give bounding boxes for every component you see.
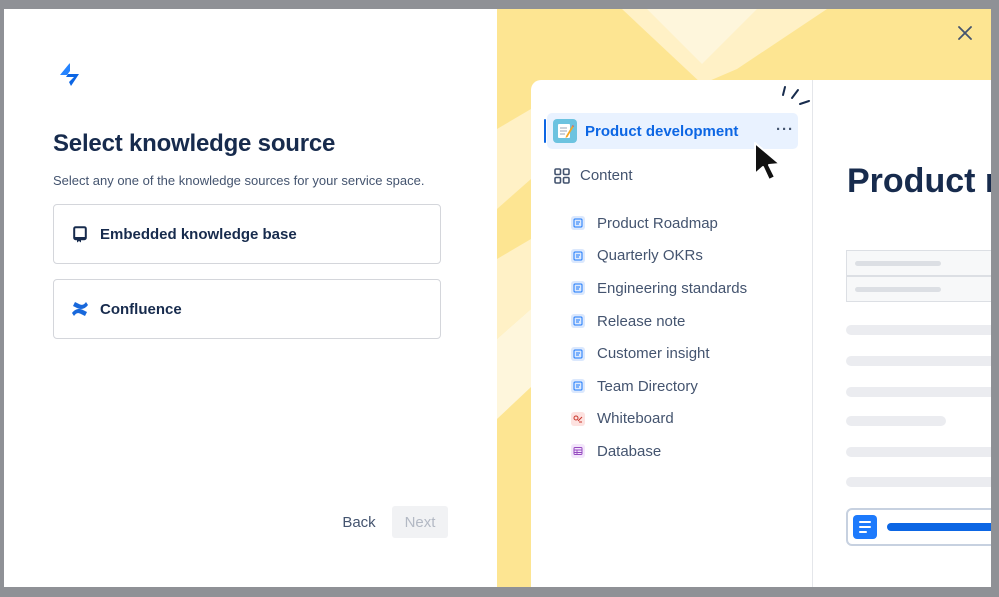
- text-placeholder-line: [846, 356, 991, 366]
- database-icon: [571, 444, 585, 459]
- page-label: Team Directory: [597, 377, 698, 395]
- option-label: Confluence: [100, 300, 182, 318]
- next-button[interactable]: Next: [392, 506, 448, 538]
- page-item-customer-insight[interactable]: Customer insight: [571, 337, 747, 370]
- content-nav-item[interactable]: Content: [554, 167, 633, 184]
- illustration-panel: Product development ··· Content Product …: [497, 9, 991, 587]
- text-placeholder-line: [846, 416, 946, 426]
- text-placeholder-line: [846, 477, 991, 487]
- page-icon: [571, 346, 585, 361]
- memo-emoji-icon: [553, 119, 577, 143]
- page-label: Product Roadmap: [597, 214, 718, 232]
- page-item-engineering-standards[interactable]: Engineering standards: [571, 272, 747, 305]
- option-confluence[interactable]: Confluence: [53, 279, 441, 339]
- grid-icon: [554, 167, 570, 184]
- page-item-database[interactable]: Database: [571, 435, 747, 468]
- selected-indicator: [544, 119, 546, 143]
- confluence-logo-icon: [71, 300, 89, 318]
- table-row-placeholder: [846, 276, 991, 302]
- option-label: Embedded knowledge base: [100, 225, 297, 243]
- page-item-team-directory[interactable]: Team Directory: [571, 370, 747, 403]
- page-item-quarterly-okrs[interactable]: Quarterly OKRs: [571, 240, 747, 273]
- page-item-whiteboard[interactable]: Whiteboard: [571, 403, 747, 436]
- content-label: Content: [580, 167, 633, 184]
- space-name: Product development: [585, 122, 739, 140]
- left-panel: Select knowledge source Select any one o…: [4, 9, 497, 587]
- page-item-release-note[interactable]: Release note: [571, 305, 747, 338]
- preview-page-title: Product ro: [847, 162, 991, 200]
- page-label: Release note: [597, 312, 686, 330]
- page-icon: [571, 281, 585, 296]
- text-placeholder-line: [846, 325, 991, 335]
- page-item-product-roadmap[interactable]: Product Roadmap: [571, 207, 747, 240]
- whiteboard-icon: [571, 411, 585, 426]
- table-row-placeholder: [846, 250, 991, 276]
- knowledge-source-modal: Select knowledge source Select any one o…: [4, 9, 991, 587]
- page-label: Database: [597, 442, 662, 460]
- jira-service-management-logo: [60, 63, 79, 86]
- more-actions-icon[interactable]: ···: [776, 121, 794, 138]
- click-sparkle-icon: [782, 86, 810, 105]
- book-icon: [71, 225, 89, 243]
- back-button[interactable]: Back: [334, 506, 384, 538]
- table-placeholder-bar: [855, 261, 941, 266]
- page-label: Whiteboard: [597, 410, 674, 428]
- option-embedded-knowledge-base[interactable]: Embedded knowledge base: [53, 204, 441, 264]
- page-icon: [571, 248, 585, 263]
- page-tree: Product Roadmap Quarterly OKRs Engineeri…: [571, 207, 747, 468]
- page-label: Engineering standards: [597, 279, 748, 297]
- doc-title-placeholder: [887, 523, 991, 531]
- close-icon[interactable]: [953, 21, 977, 45]
- page-icon: [571, 314, 585, 329]
- mouse-pointer-icon: [754, 142, 781, 181]
- page-label: Customer insight: [597, 345, 710, 363]
- text-placeholder-line: [846, 447, 991, 457]
- page-icon: [571, 379, 585, 394]
- page-title: Select knowledge source: [53, 130, 336, 157]
- page-label: Quarterly OKRs: [597, 247, 703, 265]
- embedded-page-card: [846, 508, 991, 546]
- text-placeholder-line: [846, 387, 991, 397]
- page-icon: [571, 216, 585, 231]
- page-subtitle: Select any one of the knowledge sources …: [53, 173, 425, 188]
- document-icon: [853, 515, 877, 539]
- table-placeholder-bar: [855, 287, 941, 292]
